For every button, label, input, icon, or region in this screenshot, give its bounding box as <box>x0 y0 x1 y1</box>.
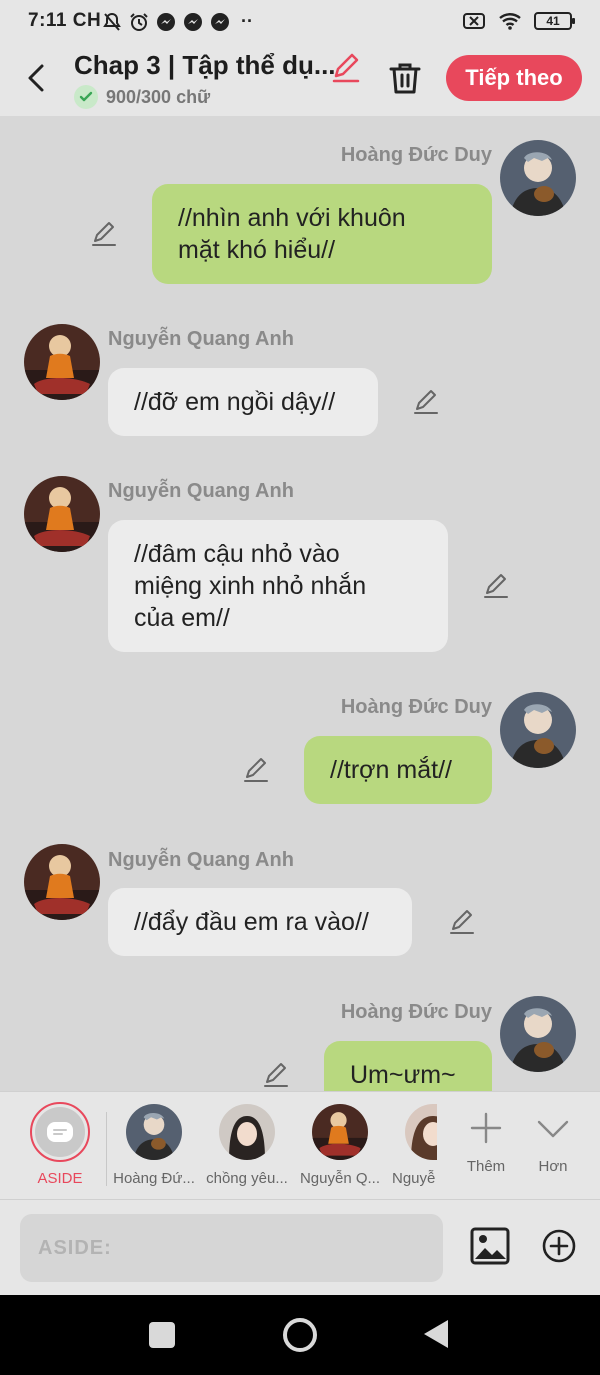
edit-message-button[interactable] <box>412 388 440 416</box>
composer <box>0 1199 600 1295</box>
bell-off-icon <box>103 12 121 31</box>
insert-image-button[interactable] <box>470 1226 510 1266</box>
sender-name: Hoàng Đức Duy <box>340 696 492 718</box>
check-icon <box>74 85 98 109</box>
wifi-icon <box>499 13 521 30</box>
image-icon <box>470 1227 510 1265</box>
system-nav-bar <box>0 1295 600 1375</box>
pencil-icon <box>332 53 360 83</box>
pencil-icon <box>450 910 474 934</box>
pencil-icon <box>414 390 438 414</box>
home-button[interactable] <box>282 1317 318 1353</box>
messenger-icon <box>157 12 175 31</box>
word-count-text: 900/300 chữ <box>106 86 211 107</box>
more-label: Hơn <box>538 1158 568 1175</box>
aside-icon <box>47 1122 73 1142</box>
edit-message-button[interactable] <box>242 756 270 784</box>
aside-label: ASIDE <box>37 1170 83 1187</box>
edit-title-button[interactable] <box>330 52 362 84</box>
message-bubble[interactable]: //trợn mắt// <box>304 736 492 804</box>
status-time: 7:11 CH <box>28 10 102 31</box>
pencil-icon <box>264 1063 288 1087</box>
pencil-icon <box>92 222 116 246</box>
divider <box>106 1112 107 1186</box>
next-button[interactable]: Tiếp theo <box>446 55 582 101</box>
aside-button[interactable] <box>30 1102 90 1162</box>
edit-message-button[interactable] <box>448 908 476 936</box>
messenger-icon <box>211 12 229 31</box>
status-notification-icons: ·· <box>102 11 253 32</box>
more-notifications: ·· <box>241 11 253 31</box>
avatar[interactable] <box>24 476 100 552</box>
status-system-icons: 41 <box>462 11 575 31</box>
chat-area[interactable]: Hoàng Đức Duy //nhìn anh với khuôn mặt k… <box>0 116 600 1091</box>
edit-message-button[interactable] <box>90 220 118 248</box>
recent-apps-button[interactable] <box>149 1322 175 1348</box>
character-name: Nguyễn Q... <box>299 1170 381 1187</box>
editor-header: Chap 3 | Tập thể dụ... 900/300 chữ Tiếp … <box>0 44 600 116</box>
avatar[interactable] <box>500 692 576 768</box>
avatar[interactable] <box>312 1104 368 1160</box>
message-bubble[interactable]: //đẩy đầu em ra vào// <box>108 888 412 956</box>
avatar[interactable] <box>24 844 100 920</box>
pencil-icon <box>484 574 508 598</box>
sender-name: Nguyễn Quang Anh <box>108 328 294 350</box>
add-label: Thêm <box>466 1158 506 1175</box>
message-bubble[interactable]: //đâm cậu nhỏ vào miệng xinh nhỏ nhắn củ… <box>108 520 448 652</box>
plus-icon <box>466 1108 506 1148</box>
back-button[interactable] <box>22 60 54 96</box>
aside-input[interactable] <box>20 1214 443 1282</box>
character-name: chồng yêu... <box>206 1170 288 1187</box>
chevron-down-icon <box>533 1108 573 1148</box>
status-bar: 7:11 CH ·· 41 <box>0 0 600 44</box>
message-bubble[interactable]: Um~ưm~ <box>324 1041 492 1091</box>
message-bubble[interactable]: //nhìn anh với khuôn mặt khó hiểu// <box>152 184 492 284</box>
avatar[interactable] <box>126 1104 182 1160</box>
message-bubble[interactable]: //đỡ em ngồi dậy// <box>108 368 378 436</box>
edit-message-button[interactable] <box>482 572 510 600</box>
delete-button[interactable] <box>388 60 422 96</box>
home-circle-icon <box>283 1318 317 1352</box>
sender-name: Nguyễn Quang Anh <box>108 480 294 502</box>
avatar[interactable] <box>500 996 576 1072</box>
trash-icon <box>389 63 421 94</box>
avatar[interactable] <box>219 1104 275 1160</box>
plus-circle-icon <box>542 1229 576 1263</box>
pencil-icon <box>244 758 268 782</box>
system-back-button[interactable] <box>422 1318 450 1350</box>
battery-indicator: 41 <box>534 12 575 30</box>
chevron-left-icon <box>28 64 44 92</box>
character-selector: ASIDE Hoàng Đứ... chồng yêu... Nguyễn Q.… <box>0 1091 600 1199</box>
character-name: Nguyễ <box>392 1170 436 1187</box>
sender-name: Hoàng Đức Duy <box>340 1001 492 1023</box>
triangle-back-icon <box>424 1320 448 1348</box>
edit-message-button[interactable] <box>262 1061 290 1089</box>
avatar[interactable] <box>500 140 576 216</box>
word-count: 900/300 chữ <box>74 85 210 109</box>
sender-name: Nguyễn Quang Anh <box>108 849 294 871</box>
character-name: Hoàng Đứ... <box>113 1170 195 1187</box>
alarm-icon <box>130 12 148 31</box>
no-sim-icon <box>463 13 485 29</box>
avatar[interactable] <box>405 1104 437 1160</box>
add-content-button[interactable] <box>541 1228 577 1264</box>
chapter-title[interactable]: Chap 3 | Tập thể dụ... <box>74 50 336 81</box>
avatar[interactable] <box>24 324 100 400</box>
messenger-icon <box>184 12 202 31</box>
sender-name: Hoàng Đức Duy <box>340 144 492 166</box>
